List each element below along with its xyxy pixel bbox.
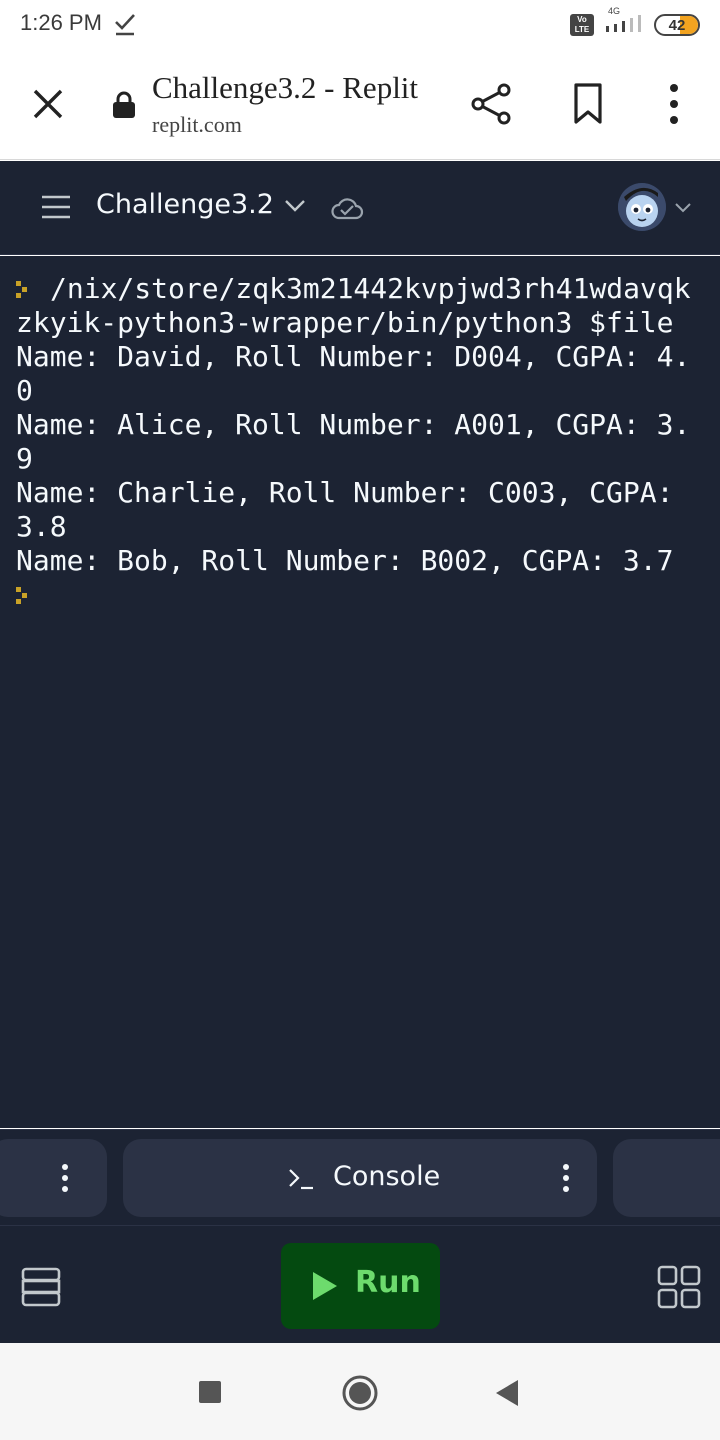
cloud-check-icon[interactable] xyxy=(330,195,364,225)
page-domain: replit.com xyxy=(152,112,242,137)
status-bar: 1:26 PM Vo LTE 4G 42 xyxy=(0,0,720,52)
volte-badge: Vo LTE xyxy=(570,14,594,36)
stack-icon[interactable] xyxy=(20,1266,62,1312)
back-icon[interactable] xyxy=(494,1378,520,1412)
console-line: Name: David, Roll Number: D004, CGPA: 4.… xyxy=(16,340,691,407)
more-vert-icon[interactable] xyxy=(58,1163,72,1197)
console-line: Name: Alice, Roll Number: A001, CGPA: 3.… xyxy=(16,408,691,475)
console-line: Name: Bob, Roll Number: B002, CGPA: 3.7 xyxy=(16,544,674,577)
console-text: /nix/store/zqk3m21442kvpjwd3rh41wdavqkzk… xyxy=(16,272,691,339)
battery-icon: 42 xyxy=(654,14,700,36)
console-line xyxy=(16,578,704,612)
system-nav-bar xyxy=(0,1343,720,1440)
grid-icon[interactable] xyxy=(656,1264,702,1314)
run-label: Run xyxy=(355,1265,421,1300)
menu-icon[interactable] xyxy=(40,194,72,224)
more-vert-icon[interactable] xyxy=(559,1163,573,1197)
tab-console-label: Console xyxy=(333,1161,441,1192)
tab-strip: Console xyxy=(0,1129,720,1225)
chevron-down-icon[interactable] xyxy=(674,199,692,218)
recents-icon[interactable] xyxy=(199,1381,221,1403)
prompt-icon xyxy=(16,578,50,612)
share-icon[interactable] xyxy=(470,82,514,130)
home-icon[interactable] xyxy=(341,1374,379,1416)
console-output[interactable]: /nix/store/zqk3m21442kvpjwd3rh41wdavqkzk… xyxy=(0,256,720,1128)
play-icon xyxy=(311,1270,339,1306)
avatar[interactable] xyxy=(618,183,666,231)
tab-next[interactable] xyxy=(613,1139,720,1217)
battery-level: 42 xyxy=(668,17,686,34)
bottom-toolbar: Run xyxy=(0,1225,720,1343)
app-header: Challenge3.2 xyxy=(0,161,720,255)
console-line: Name: Charlie, Roll Number: C003, CGPA: … xyxy=(16,476,691,543)
prompt-icon xyxy=(16,272,50,306)
more-vert-icon[interactable] xyxy=(660,82,688,130)
tab-console[interactable]: Console xyxy=(123,1139,597,1217)
browser-toolbar: Challenge3.2 - Replit replit.com xyxy=(0,52,720,160)
terminal-icon xyxy=(287,1163,317,1197)
signal-icon xyxy=(604,14,644,38)
lock-icon[interactable] xyxy=(112,90,136,124)
bookmark-icon[interactable] xyxy=(568,82,608,130)
tab-previous[interactable] xyxy=(0,1139,107,1217)
page-title: Challenge3.2 - Replit xyxy=(152,70,419,105)
chevron-down-icon[interactable] xyxy=(284,197,306,217)
console-line: /nix/store/zqk3m21442kvpjwd3rh41wdavqkzk… xyxy=(16,272,704,340)
run-button[interactable]: Run xyxy=(281,1243,440,1329)
check-notification-icon xyxy=(114,12,136,40)
status-time: 1:26 PM xyxy=(20,10,102,35)
repl-name[interactable]: Challenge3.2 xyxy=(96,189,274,220)
close-icon[interactable] xyxy=(28,84,68,124)
